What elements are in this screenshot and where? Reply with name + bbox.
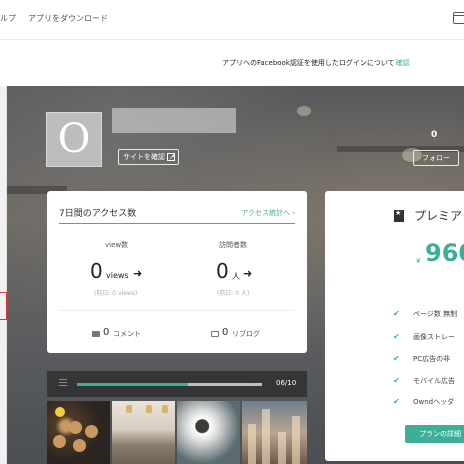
check-icon: ✔ (393, 332, 400, 341)
premium-plan-card (325, 191, 464, 461)
progress-fill (77, 383, 188, 386)
notice-text: アプリへのFacebook認証を使用したログインについて確認 (222, 58, 410, 68)
progress-label: 06/10 (276, 379, 297, 387)
notice-confirm-link[interactable]: 確認 (396, 59, 410, 67)
check-icon: ✔ (393, 397, 400, 406)
visitors-label: 訪問者数 (219, 241, 247, 249)
site-name-placeholder (112, 108, 236, 133)
views-previous: (前日: 0 views) (94, 290, 138, 297)
follow-button[interactable]: フォロー (413, 150, 459, 166)
chevron-right-icon: › (292, 209, 295, 217)
view-site-label: サイトを確認 (123, 153, 165, 161)
thumbnail-image[interactable] (242, 401, 307, 464)
window-icon[interactable] (453, 12, 464, 24)
feature-label: Owndヘッダ (413, 398, 455, 406)
feature-label: PC広告の非 (413, 355, 451, 363)
menu-icon[interactable] (59, 379, 67, 386)
progress-track (77, 383, 262, 386)
external-link-icon (167, 150, 175, 164)
visitors-value: 0 (216, 259, 229, 283)
avatar-letter: O (57, 116, 91, 162)
sidebar-highlight[interactable] (0, 292, 7, 320)
access-stats-link[interactable]: アクセス統計へ › (241, 208, 295, 218)
premium-title: プレミア (414, 209, 463, 223)
comments-value: 0 (103, 327, 110, 338)
views-value: 0 (90, 259, 103, 283)
price-currency: ¥ (416, 257, 421, 265)
check-icon: ✔ (393, 376, 400, 385)
access-stats-link-label: アクセス統計へ (241, 209, 290, 217)
avatar[interactable]: O (46, 112, 102, 167)
feature-label: 画像ストレー (413, 333, 455, 341)
thumbnail-strip (47, 401, 307, 464)
feature-item: ✔ ページ数 無制 (393, 309, 457, 319)
top-nav: ルプ アプリをダウンロード (0, 0, 464, 40)
comment-icon (92, 331, 100, 337)
thumbnail-image[interactable] (112, 401, 175, 464)
reblog-icon (211, 331, 219, 337)
views-trend-arrow-icon: ➜ (133, 267, 143, 280)
feature-item: ✔ Owndヘッダ (393, 397, 454, 407)
notice-bar: アプリへのFacebook認証を使用したログインについて確認 (0, 40, 464, 86)
access-card-title: 7日間のアクセス数 (59, 209, 137, 219)
follow-count: 0 (431, 130, 438, 140)
reblogs-label: リブログ (232, 330, 260, 338)
check-icon: ✔ (393, 354, 400, 363)
feature-item: ✔ モバイル広告 (393, 376, 455, 386)
visitors-trend-arrow-icon: ➜ (243, 267, 253, 280)
thumbnail-image[interactable] (47, 401, 110, 464)
plan-details-button[interactable]: プランの詳細 (405, 425, 464, 443)
progress-bar: 06/10 (47, 371, 307, 397)
feature-item: ✔ 画像ストレー (393, 332, 455, 342)
access-stats-card: 7日間のアクセス数 アクセス統計へ › view数 0 views ➜ (前日:… (47, 191, 307, 353)
visitors-previous: (前日: 0 人) (217, 290, 250, 297)
nav-help-link[interactable]: ルプ (0, 13, 16, 24)
view-site-button[interactable]: サイトを確認 (118, 149, 179, 165)
card-divider (59, 223, 295, 224)
feature-label: モバイル広告 (413, 377, 455, 385)
reblogs-value: 0 (222, 327, 229, 338)
feature-item: ✔ PC広告の非 (393, 354, 450, 364)
visitors-unit: 人 (232, 272, 240, 281)
check-icon: ✔ (393, 309, 400, 318)
sidebar-strip (0, 86, 7, 464)
views-unit: views (106, 271, 129, 280)
notice-message: アプリへのFacebook認証を使用したログインについて (222, 59, 395, 67)
views-label: view数 (105, 241, 129, 249)
card-divider-lower (59, 310, 295, 311)
price-value: 960 (425, 239, 464, 267)
bookmark-icon (394, 209, 404, 222)
nav-download-app-link[interactable]: アプリをダウンロード (28, 13, 108, 24)
comments-label: コメント (113, 330, 141, 338)
feature-label: ページ数 無制 (413, 310, 458, 318)
thumbnail-image[interactable] (177, 401, 240, 464)
